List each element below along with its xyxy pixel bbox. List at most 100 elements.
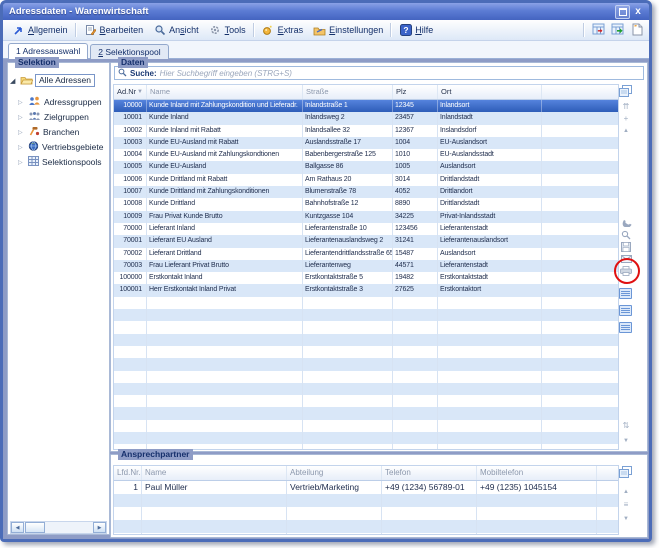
table-row[interactable]: 10005 Kunde EU-Ausland Ballgasse 86 1005… [114,161,618,173]
list-view-icon[interactable] [617,321,633,334]
tree-root-label[interactable]: Alle Adressen [35,74,95,87]
cell-ort: Drittlandstadt [438,174,542,186]
table-row[interactable] [114,395,618,407]
column-header-empty [542,85,618,99]
phone-icon[interactable] [618,215,634,228]
collapse-icon[interactable]: ◢ [10,77,18,85]
table-row[interactable]: 10007 Kunde Drittland mit Zahlungskondit… [114,186,618,198]
tree-item-branchen[interactable]: ▷ Branchen [18,126,79,138]
restore-button[interactable] [615,5,630,19]
column-header-name[interactable]: Name [147,85,303,99]
copy-grid-icon[interactable] [617,465,633,478]
export-table-icon[interactable] [591,22,606,37]
column-header-adnr[interactable]: Ad.Nr▼ [114,85,147,99]
scroll-up-icon[interactable]: ▲ [618,124,634,137]
table-row[interactable] [114,420,618,432]
table-row[interactable] [114,358,618,370]
table-row[interactable]: 70001 Lieferant EU Ausland Lieferantenau… [114,235,618,247]
close-button[interactable]: x [633,6,643,18]
contact-row[interactable] [114,533,618,534]
expand-icon[interactable]: ▷ [18,114,25,121]
horizontal-scrollbar[interactable]: ◀ ▶ [10,521,107,534]
refresh-table-icon[interactable] [610,22,625,37]
expand-icon[interactable]: ▷ [18,99,25,106]
column-header-plz[interactable]: Plz [393,85,438,99]
window-title: Adressdaten - Warenwirtschaft [3,6,615,17]
cell-ort: EU-Auslandsort [438,137,542,149]
table-row[interactable] [114,346,618,358]
scroll-up-icon[interactable]: ▲ [618,485,634,498]
table-row[interactable] [114,407,618,419]
cell-empty [542,100,618,112]
expand-icon[interactable]: ▷ [18,159,25,166]
table-row[interactable] [114,383,618,395]
contact-row[interactable] [114,507,618,520]
expand-icon[interactable]: ▷ [18,129,25,136]
table-row[interactable]: 100000 Erstkontakt Inland Erstkontaktstr… [114,272,618,284]
contact-row[interactable] [114,494,618,507]
table-row[interactable]: 10001 Kunde Inland Inlandsweg 2 23457 In… [114,112,618,124]
table-row[interactable]: 70002 Lieferant Drittland Lieferantendri… [114,248,618,260]
search-input[interactable] [160,68,640,78]
menu-hilfe[interactable]: ? Hilfe [394,22,438,39]
menu-einstellungen[interactable]: Einstellungen [308,22,388,39]
column-header-name[interactable]: Name [142,466,287,480]
scroll-span-icon[interactable]: ⇅ [618,419,634,432]
new-document-icon[interactable] [629,22,644,37]
cell-name [147,334,303,346]
menu-allgemein[interactable]: Allgemein [7,22,73,39]
tree-item-vertriebsgebiete[interactable]: ▷ Vertriebsgebiete [18,141,103,153]
menu-extras[interactable]: Extras [257,22,309,39]
table-row[interactable]: 100001 Herr Erstkontakt Inland Privat Er… [114,284,618,296]
extras-icon [262,24,275,36]
list-icon[interactable]: ≡ [618,498,634,511]
expand-icon[interactable]: ▷ [18,144,25,151]
column-header-lfdnr[interactable]: Lfd.Nr. [114,466,142,480]
table-row[interactable] [114,297,618,309]
table-row[interactable]: 10000 Kunde Inland mit Zahlungskondition… [114,100,618,112]
column-header-ort[interactable]: Ort [438,85,542,99]
list-view-icon[interactable] [617,287,633,300]
cell-name [147,407,303,419]
table-row[interactable] [114,334,618,346]
table-row[interactable]: 70000 Lieferant Inland Lieferantenstraße… [114,223,618,235]
tree-root-alle-adressen[interactable]: ◢ Alle Adressen [10,74,95,87]
menu-label: Extras [278,25,304,35]
scroll-down-icon[interactable]: ▼ [618,434,634,447]
cell-ort [438,420,542,432]
tree-item-zielgruppen[interactable]: ▷ Zielgruppen [18,111,89,123]
table-row[interactable]: 10004 Kunde EU-Ausland mit Zahlungskondt… [114,149,618,161]
table-row[interactable]: 10003 Kunde EU-Ausland mit Rabatt Auslan… [114,137,618,149]
scroll-left-button[interactable]: ◀ [11,522,24,533]
table-row[interactable]: 10008 Kunde Drittland Bahnhofstraße 12 8… [114,198,618,210]
cell-mobiltelefon [477,494,597,507]
column-header-mobiltelefon[interactable]: Mobiltelefon [477,466,597,480]
tree-item-adressgruppen[interactable]: ▷ Adressgruppen [18,96,102,108]
scroll-right-button[interactable]: ▶ [93,522,106,533]
scroll-down-icon[interactable]: ▼ [618,512,634,525]
table-row[interactable] [114,321,618,333]
contact-row[interactable]: 1 Paul Müller Vertrieb/Marketing +49 (12… [114,481,618,494]
contact-row[interactable] [114,520,618,533]
table-row[interactable]: 10009 Frau Privat Kunde Brutto Kuntzgass… [114,211,618,223]
table-row[interactable]: 10006 Kunde Drittland mit Rabatt Am Rath… [114,174,618,186]
table-row[interactable] [114,432,618,444]
menu-bearbeiten[interactable]: Bearbeiten [79,22,149,39]
cell-abteilung: Vertrieb/Marketing [287,481,382,494]
table-row[interactable]: 10002 Kunde Inland mit Rabatt Inlandsall… [114,125,618,137]
scrollbar-thumb[interactable] [25,522,45,533]
tree-item-selektionspools[interactable]: ▷ Selektionspools [18,156,102,168]
menu-tools[interactable]: Tools [204,22,251,39]
menu-ansicht[interactable]: Ansicht [148,22,204,39]
list-view-icon[interactable] [617,304,633,317]
cell-name: Kunde EU-Ausland mit Rabatt [147,137,303,149]
column-header-strasse[interactable]: Straße [303,85,393,99]
table-row[interactable]: 70003 Frau Lieferant Privat Brutto Liefe… [114,260,618,272]
cell-name [147,297,303,309]
column-header-abteilung[interactable]: Abteilung [287,466,382,480]
table-row[interactable] [114,309,618,321]
cell-ort: Lieferantenauslandsort [438,235,542,247]
table-row[interactable] [114,371,618,383]
column-header-telefon[interactable]: Telefon [382,466,477,480]
copy-grid-icon[interactable] [617,84,633,97]
